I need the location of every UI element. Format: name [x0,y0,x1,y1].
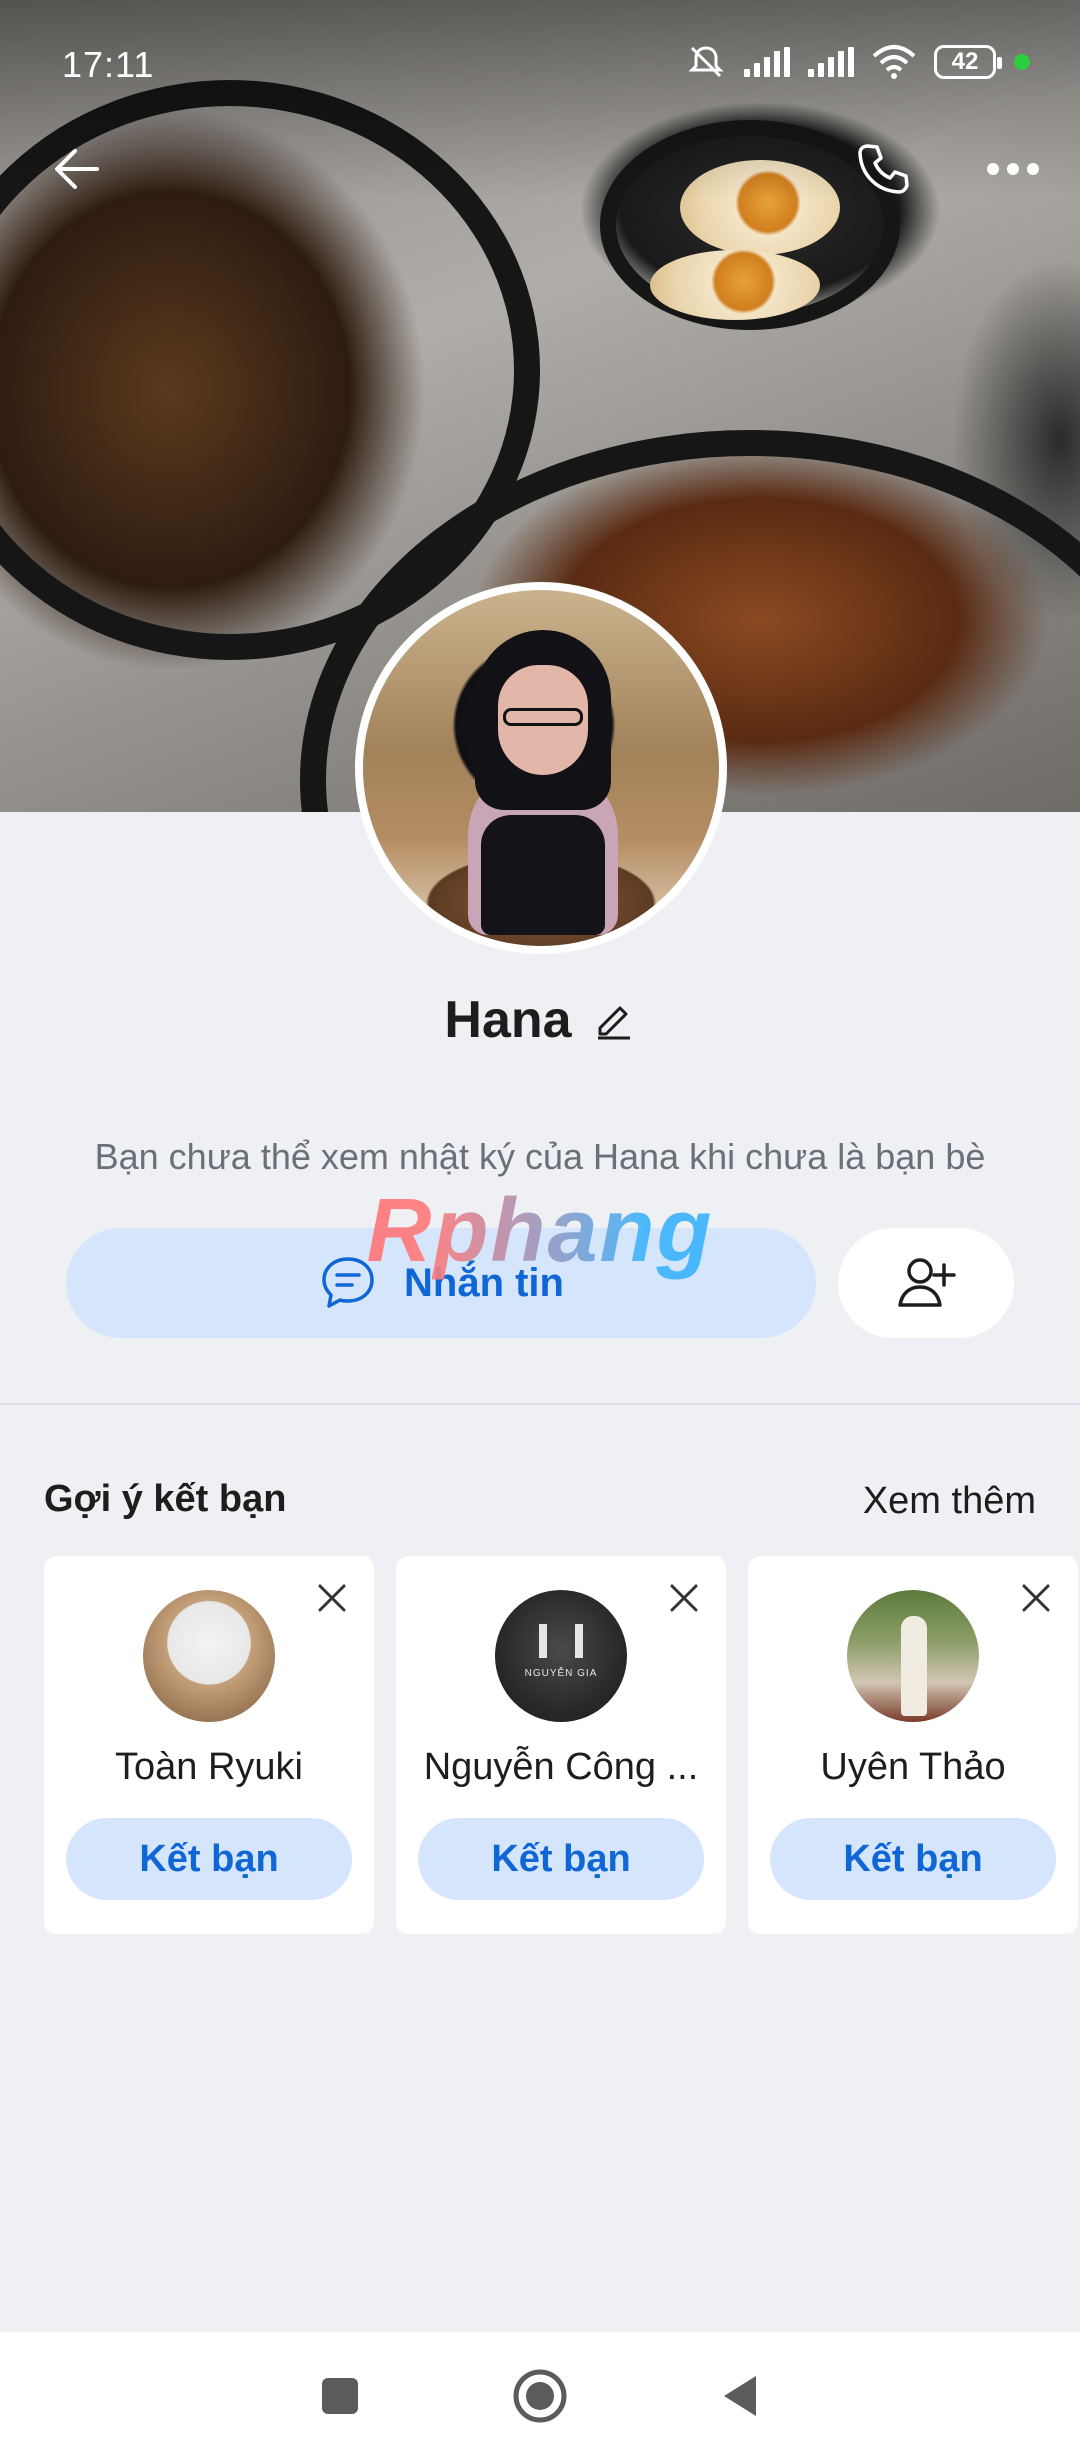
status-icons: 42 [686,42,1030,82]
triangle-back-icon [724,2376,756,2416]
status-time: 17:11 [62,44,155,85]
status-bar: 17:11 42 [0,0,1080,130]
suggestion-list: Toàn Ryuki Kết bạn NGUYỄN GIA Nguyễn Côn… [44,1556,1078,1934]
signal-icon [808,47,854,77]
add-friend-button[interactable]: Kết bạn [418,1818,704,1900]
arrow-left-icon [55,149,99,189]
call-button[interactable] [838,124,928,214]
more-button[interactable] [968,124,1058,214]
mute-icon [688,46,724,78]
suggestion-name: Nguyễn Công ... [423,1746,699,1788]
privacy-indicator-icon [1014,54,1030,70]
close-icon[interactable] [1016,1578,1056,1618]
add-friend-button[interactable]: Kết bạn [66,1818,352,1900]
add-friend-button[interactable]: Kết bạn [770,1818,1056,1900]
circle-icon [513,2369,567,2423]
recents-button[interactable] [300,2356,380,2436]
more-horizontal-icon [987,163,1039,175]
privacy-notice: Bạn chưa thể xem nhật ký của Hana khi ch… [94,1136,986,1177]
system-nav-bar [0,2332,1080,2460]
suggestion-card[interactable]: Uyên Thảo Kết bạn [748,1556,1078,1934]
avatar-logo-text: NGUYỄN GIA [524,1668,598,1679]
back-button[interactable] [32,124,122,214]
suggestion-card[interactable]: NGUYỄN GIA Nguyễn Công ... Kết bạn [396,1556,726,1934]
section-divider [0,1403,1080,1405]
home-button[interactable] [500,2356,580,2436]
nav-back-button[interactable] [700,2356,780,2436]
square-icon [322,2378,358,2414]
battery-icon: 42 [934,45,1002,79]
profile-avatar[interactable] [355,582,727,954]
see-more-link[interactable]: Xem thêm [863,1480,1036,1523]
profile-name-row: Hana [0,990,1080,1050]
profile-name: Hana [444,991,572,1049]
close-icon[interactable] [312,1578,352,1618]
pencil-icon[interactable] [592,998,636,1042]
suggestion-name: Uyên Thảo [820,1746,1006,1788]
suggestion-card[interactable]: Toàn Ryuki Kết bạn [44,1556,374,1934]
avatar[interactable] [143,1590,275,1722]
close-icon[interactable] [664,1578,704,1618]
avatar-photo [363,590,719,946]
watermark: Rphang [0,1180,1080,1283]
phone-icon [858,144,909,194]
suggestions-title: Gợi ý kết bạn [44,1478,287,1520]
avatar[interactable]: NGUYỄN GIA [495,1590,627,1722]
suggestion-name: Toàn Ryuki [115,1746,303,1788]
signal-icon [744,47,790,77]
avatar[interactable] [847,1590,979,1722]
wifi-icon [872,45,916,79]
